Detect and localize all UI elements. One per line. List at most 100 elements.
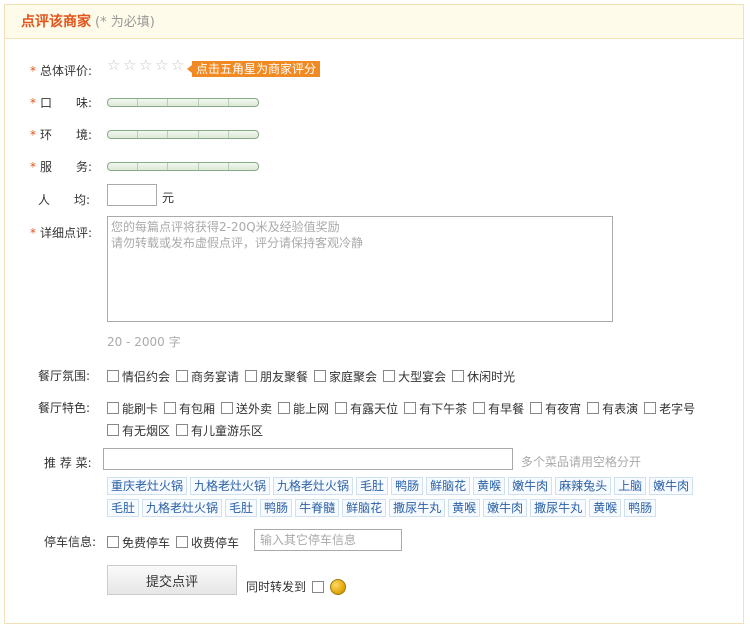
overall-rating-stars[interactable]: ☆ ☆ ☆ ☆ ☆: [107, 58, 186, 73]
checkbox[interactable]: [107, 402, 119, 414]
parking-other-input[interactable]: [254, 529, 402, 551]
overall-rating-label: * 总体评价:: [30, 64, 93, 78]
feature-option[interactable]: 有包厢: [164, 397, 215, 419]
feature-option[interactable]: 送外卖: [221, 397, 272, 419]
dish-tag[interactable]: 毛肚: [356, 477, 389, 495]
checkbox[interactable]: [644, 402, 657, 414]
checkbox[interactable]: [176, 536, 189, 548]
dish-tag[interactable]: 牛脊髓: [295, 499, 340, 517]
checkbox[interactable]: [383, 370, 396, 382]
feature-option[interactable]: 能上网: [278, 397, 329, 419]
dish-tag[interactable]: 鸭肠: [260, 499, 293, 517]
dish-tag[interactable]: 九格老灶火锅: [273, 477, 354, 495]
checkbox[interactable]: [107, 536, 119, 548]
atmosphere-option[interactable]: 家庭聚会: [314, 365, 377, 387]
average-price-label: 人 均:: [38, 193, 91, 207]
star-icon[interactable]: ☆: [155, 58, 170, 73]
checkbox[interactable]: [452, 370, 465, 382]
star-icon[interactable]: ☆: [123, 58, 138, 73]
dish-tag[interactable]: 鸭肠: [391, 477, 424, 495]
dish-tag[interactable]: 黄喉: [473, 477, 506, 495]
dishes-hint: 多个菜品请用空格分开: [521, 455, 642, 469]
features-label: 餐厅特色:: [38, 401, 91, 415]
feature-option[interactable]: 有下午茶: [404, 397, 467, 419]
environment-label: * 环 境:: [30, 128, 93, 142]
dishes-input[interactable]: [103, 448, 513, 470]
taste-rating-slider[interactable]: [107, 98, 259, 107]
atmosphere-option[interactable]: 商务宴请: [176, 365, 239, 387]
atmosphere-options: 情侣约会 商务宴请 朋友聚餐 家庭聚会 大型宴会 休闲时光: [107, 365, 727, 387]
dish-tag[interactable]: 麻辣兔头: [555, 477, 612, 495]
dish-tag[interactable]: 鲜脑花: [426, 477, 471, 495]
dish-tag[interactable]: 上脑: [614, 477, 647, 495]
checkbox[interactable]: [176, 370, 189, 382]
checkbox[interactable]: [530, 402, 543, 414]
feature-option[interactable]: 有表演: [587, 397, 638, 419]
share-checkbox[interactable]: [312, 580, 325, 593]
share-label: 同时转发到: [246, 580, 307, 594]
dish-tag[interactable]: 撒尿牛丸: [389, 499, 446, 517]
dish-tag-list: 重庆老灶火锅 九格老灶火锅 九格老灶火锅 毛肚 鸭肠 鲜脑花 黄喉 嫩牛肉 麻辣…: [107, 477, 707, 521]
submit-review-button[interactable]: 提交点评: [107, 565, 237, 595]
checkbox[interactable]: [221, 402, 234, 414]
star-icon[interactable]: ☆: [107, 58, 122, 73]
char-count-hint: 20 - 2000 字: [107, 335, 181, 349]
dish-tag[interactable]: 重庆老灶火锅: [107, 477, 188, 495]
dish-tag[interactable]: 嫩牛肉: [649, 477, 694, 495]
atmosphere-option[interactable]: 情侣约会: [107, 365, 170, 387]
star-icon[interactable]: ☆: [171, 58, 186, 73]
features-options: 能刷卡 有包厢 送外卖 能上网 有露天位 有下午茶 有早餐 有夜宵 有表演 老字…: [107, 397, 727, 441]
checkbox[interactable]: [278, 402, 291, 414]
checkbox[interactable]: [245, 370, 258, 382]
feature-option[interactable]: 老字号: [644, 397, 695, 419]
dish-tag[interactable]: 撒尿牛丸: [530, 499, 587, 517]
feature-option[interactable]: 有早餐: [473, 397, 524, 419]
dish-tag[interactable]: 黄喉: [448, 499, 481, 517]
dish-tag[interactable]: 嫩牛肉: [508, 477, 553, 495]
atmosphere-option[interactable]: 朋友聚餐: [245, 365, 308, 387]
feature-option[interactable]: 有露天位: [335, 397, 398, 419]
atmosphere-option[interactable]: 大型宴会: [383, 365, 446, 387]
share-option: 同时转发到: [246, 578, 347, 595]
checkbox[interactable]: [164, 402, 177, 414]
parking-label: 停车信息:: [44, 535, 97, 549]
detail-review-textarea[interactable]: [107, 216, 613, 322]
weibo-icon[interactable]: [330, 578, 347, 595]
checkbox[interactable]: [107, 424, 119, 436]
parking-option[interactable]: 收费停车: [176, 531, 239, 553]
checkbox[interactable]: [176, 424, 189, 436]
service-rating-slider[interactable]: [107, 162, 259, 171]
detail-review-label: * 详细点评:: [30, 226, 93, 240]
rating-tip: 点击五角星为商家评分: [186, 61, 321, 77]
checkbox[interactable]: [473, 402, 486, 414]
atmosphere-label: 餐厅氛围:: [38, 369, 91, 383]
parking-options: 免费停车 收费停车: [107, 531, 245, 553]
feature-option[interactable]: 有夜宵: [530, 397, 581, 419]
dish-tag[interactable]: 鲜脑花: [342, 499, 387, 517]
feature-option[interactable]: 能刷卡: [107, 397, 158, 419]
star-icon[interactable]: ☆: [139, 58, 154, 73]
checkbox[interactable]: [404, 402, 417, 414]
feature-option[interactable]: 有无烟区: [107, 419, 170, 441]
service-label: * 服 务:: [30, 160, 93, 174]
checkbox[interactable]: [107, 370, 119, 382]
environment-rating-slider[interactable]: [107, 130, 259, 139]
checkbox[interactable]: [335, 402, 348, 414]
dish-tag[interactable]: 九格老灶火锅: [190, 477, 271, 495]
required-note: (* 为必填): [95, 15, 155, 30]
panel-title: 点评该商家: [21, 14, 91, 30]
atmosphere-option[interactable]: 休闲时光: [452, 365, 515, 387]
dish-tag[interactable]: 毛肚: [225, 499, 258, 517]
checkbox[interactable]: [587, 402, 600, 414]
dish-tag[interactable]: 黄喉: [589, 499, 622, 517]
parking-option[interactable]: 免费停车: [107, 531, 170, 553]
panel-header: 点评该商家 (* 为必填): [5, 5, 743, 39]
dish-tag[interactable]: 鸭肠: [624, 499, 657, 517]
currency-unit: 元: [162, 191, 175, 205]
dish-tag[interactable]: 毛肚: [107, 499, 140, 517]
dish-tag[interactable]: 嫩牛肉: [483, 499, 528, 517]
average-price-input[interactable]: [107, 184, 157, 206]
dish-tag[interactable]: 九格老灶火锅: [142, 499, 223, 517]
feature-option[interactable]: 有儿童游乐区: [176, 419, 263, 441]
checkbox[interactable]: [314, 370, 327, 382]
